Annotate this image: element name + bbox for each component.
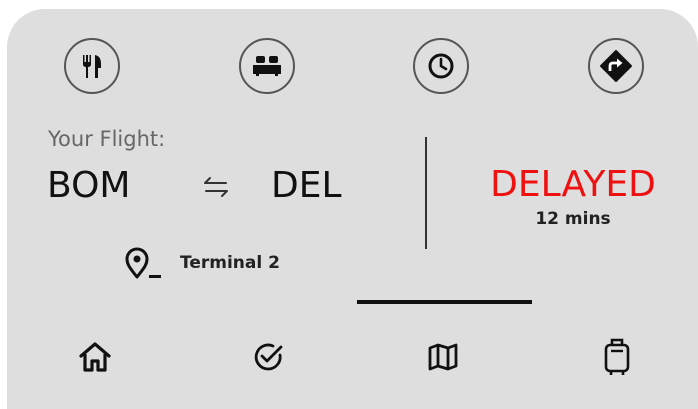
bed-icon xyxy=(253,56,281,76)
nav-home[interactable] xyxy=(75,337,115,377)
flight-status: DELAYED xyxy=(490,164,656,205)
luggage-icon xyxy=(604,338,630,375)
home-icon xyxy=(79,342,111,372)
terminal-label: Terminal 2 xyxy=(180,253,280,273)
restaurant-button[interactable] xyxy=(64,38,120,94)
restaurant-icon xyxy=(83,55,101,78)
clock-icon xyxy=(428,53,454,79)
hotel-button[interactable] xyxy=(239,38,295,94)
nav-map[interactable] xyxy=(423,337,463,377)
directions-button[interactable] xyxy=(588,38,644,94)
origin-code: BOM xyxy=(47,165,131,206)
map-icon xyxy=(428,343,458,371)
vertical-divider xyxy=(425,137,427,249)
your-flight-label: Your Flight: xyxy=(48,127,166,151)
nav-checklist[interactable] xyxy=(249,337,289,377)
delay-duration: 12 mins xyxy=(535,209,611,229)
nav-luggage[interactable] xyxy=(597,337,637,377)
location-pin-icon xyxy=(125,247,161,279)
time-button[interactable] xyxy=(413,38,469,94)
swap-arrows-icon xyxy=(204,177,228,197)
destination-code: DEL xyxy=(271,165,342,206)
directions-icon xyxy=(600,50,632,82)
check-circle-icon xyxy=(254,343,283,371)
active-tab-indicator xyxy=(357,300,532,304)
